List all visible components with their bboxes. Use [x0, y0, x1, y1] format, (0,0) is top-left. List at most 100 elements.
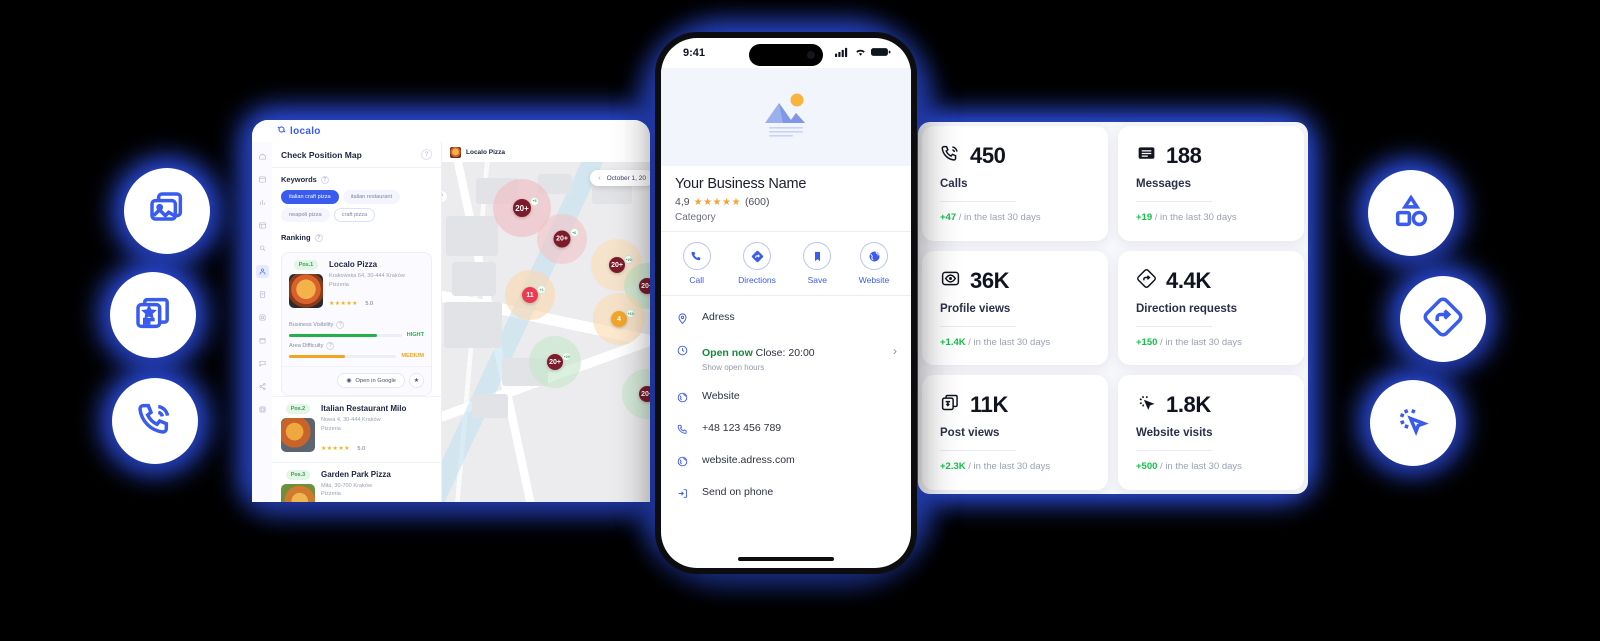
business-address: Krakowska 64, 30-444 Kraków: [329, 273, 405, 279]
metric-delta: +150: [1136, 336, 1158, 348]
sidebar-item-home[interactable]: [256, 150, 269, 163]
show-open-hours-link[interactable]: Show open hours: [702, 363, 815, 372]
keyword-chip[interactable]: italian restaurant: [342, 190, 401, 204]
map-canvas[interactable]: ? ‹ October 1, 20 20++620++620++2020++21…: [442, 162, 650, 502]
panel-title: Check Position Map: [281, 149, 362, 160]
metric-value: 450: [970, 143, 1006, 168]
open-in-google-button[interactable]: ◉ Open in Google: [337, 373, 405, 389]
detail-row-send-on-phone[interactable]: Send on phone: [675, 477, 897, 509]
sidebar-item-share[interactable]: [256, 380, 269, 393]
sidebar-item-reports[interactable]: [256, 288, 269, 301]
difficulty-label: Area Difficulty: [289, 343, 324, 350]
metric-card-calls[interactable]: 450 Calls +47 / in the last 30 days: [922, 126, 1108, 241]
business-name: Your Business Name: [675, 176, 807, 192]
keyword-chip[interactable]: craft pizza: [333, 208, 376, 222]
action-directions[interactable]: Directions: [738, 242, 776, 285]
business-rating: 4,9 ★★★★★ (600): [675, 196, 897, 208]
sidebar-item-messages[interactable]: [256, 357, 269, 370]
screenshot-stage: localo Check Position Map ? Keywords ? i…: [0, 0, 1600, 641]
localo-mark-icon: [276, 122, 287, 140]
panel-header: Check Position Map ?: [272, 142, 441, 168]
phone-calls-icon: [940, 143, 961, 169]
sidebar-item-media[interactable]: [256, 311, 269, 324]
date-label: October 1, 20: [606, 174, 646, 182]
sidebar-item-apps[interactable]: [256, 403, 269, 416]
metric-card-profile-views[interactable]: 36K Profile views +1.4K / in the last 30…: [922, 250, 1108, 366]
keyword-chip[interactable]: neapoli pizza: [281, 208, 330, 222]
visibility-label: Business Visibility: [289, 322, 334, 329]
favorite-star-button[interactable]: ★: [409, 373, 424, 389]
sidebar-item-search[interactable]: [256, 242, 269, 255]
detail-row-address[interactable]: Adress: [675, 302, 897, 334]
business-thumbnail: [289, 274, 323, 308]
detail-row-website-url[interactable]: website.adress.com: [675, 445, 897, 477]
detail-row-website[interactable]: Website: [675, 381, 897, 413]
ranking-section: Ranking ?: [272, 226, 441, 252]
map-pin[interactable]: 20+: [609, 257, 625, 273]
business-name: Italian Restaurant Milo: [321, 404, 407, 414]
ranking-title: Ranking: [281, 233, 311, 242]
map-pin[interactable]: 20+: [639, 386, 650, 402]
metric-label: Profile views: [940, 302, 1011, 315]
sidebar-item-analytics[interactable]: [256, 196, 269, 209]
floating-bubble-posts[interactable]: [110, 272, 196, 358]
ranking-card-featured[interactable]: Pos.1 Localo Pizza Krakowska 64, 30-444 …: [281, 252, 432, 397]
localo-logo[interactable]: localo: [276, 122, 321, 140]
business-hero-image: [661, 68, 911, 166]
business-thumbnail: [281, 483, 315, 502]
date-prev-icon[interactable]: ‹: [598, 175, 600, 182]
action-save[interactable]: Save: [803, 242, 832, 285]
metric-period: / in the last 30 days: [1154, 212, 1237, 223]
help-icon[interactable]: ?: [421, 149, 432, 160]
map-pin[interactable]: 4: [611, 311, 627, 327]
position-map[interactable]: Localo Pizza ? ‹ October 1, 20: [442, 142, 650, 502]
map-help-icon[interactable]: ?: [442, 190, 448, 203]
detail-row-hours[interactable]: Open now Close: 20:00 Show open hours ›: [675, 334, 897, 381]
action-website[interactable]: Website: [859, 242, 889, 285]
floating-bubble-photos[interactable]: [124, 168, 210, 254]
map-pin[interactable]: 20+: [639, 278, 650, 294]
status-time: 9:41: [683, 47, 706, 59]
ranking-help-icon[interactable]: ?: [314, 233, 323, 242]
metric-card-website-visits[interactable]: 1.8K Website visits +500 / in the last 3…: [1118, 375, 1304, 490]
sidebar-item-grid[interactable]: [256, 219, 269, 232]
map-pin[interactable]: 11: [522, 287, 538, 303]
globe-icon: [860, 242, 888, 270]
floating-bubble-calls[interactable]: [112, 378, 198, 464]
date-range-picker[interactable]: ‹ October 1, 20: [590, 170, 650, 186]
metric-footer: +47 / in the last 30 days: [940, 212, 1090, 223]
phone-icon: [675, 422, 689, 436]
floating-bubble-shapes[interactable]: [1368, 170, 1454, 256]
visibility-help-icon[interactable]: ?: [336, 321, 345, 330]
difficulty-help-icon[interactable]: ?: [326, 342, 335, 351]
metric-card-messages[interactable]: 188 Messages +19 / in the last 30 days: [1118, 126, 1304, 241]
keyword-chip[interactable]: italian craft pizza: [281, 190, 339, 204]
ranking-list-item[interactable]: Pos.3 Garden Park Pizza Miła, 30-700 Kra…: [272, 461, 441, 502]
map-pin[interactable]: 20+: [553, 230, 571, 248]
map-pin[interactable]: 20+: [513, 199, 531, 217]
front-camera-icon: [807, 51, 815, 59]
send-icon: [675, 486, 689, 500]
metric-value: 188: [1166, 143, 1202, 168]
difficulty-label-row: Area Difficulty ?: [289, 342, 424, 351]
chevron-right-icon[interactable]: ›: [893, 344, 897, 358]
sidebar-item-position-map[interactable]: [255, 265, 269, 278]
action-buttons-row: Call Directions Save Website: [661, 231, 911, 296]
detail-row-phone[interactable]: +48 123 456 789: [675, 413, 897, 445]
metric-footer: +500 / in the last 30 days: [1136, 461, 1286, 472]
messages-icon: [1136, 143, 1157, 169]
posts-star-icon: [133, 293, 173, 338]
metric-card-direction-requests[interactable]: 4.4K Direction requests +150 / in the la…: [1118, 250, 1304, 366]
metric-label: Website visits: [1136, 427, 1213, 440]
ranking-title-row: Ranking ?: [281, 233, 432, 242]
metric-card-post-views[interactable]: 11K Post views +2.3K / in the last 30 da…: [922, 375, 1108, 490]
sidebar-item-calendar[interactable]: [256, 334, 269, 347]
keywords-title-row: Keywords ?: [281, 175, 432, 184]
map-pin[interactable]: 20+: [547, 354, 563, 370]
action-call[interactable]: Call: [682, 242, 711, 285]
floating-bubble-directions[interactable]: [1400, 276, 1486, 362]
keywords-help-icon[interactable]: ?: [320, 175, 329, 184]
floating-bubble-clicks[interactable]: [1370, 380, 1456, 466]
ranking-list-item[interactable]: Pos.2 Italian Restaurant Milo Nowa 4, 30…: [272, 396, 441, 461]
sidebar-item-inbox[interactable]: [256, 173, 269, 186]
